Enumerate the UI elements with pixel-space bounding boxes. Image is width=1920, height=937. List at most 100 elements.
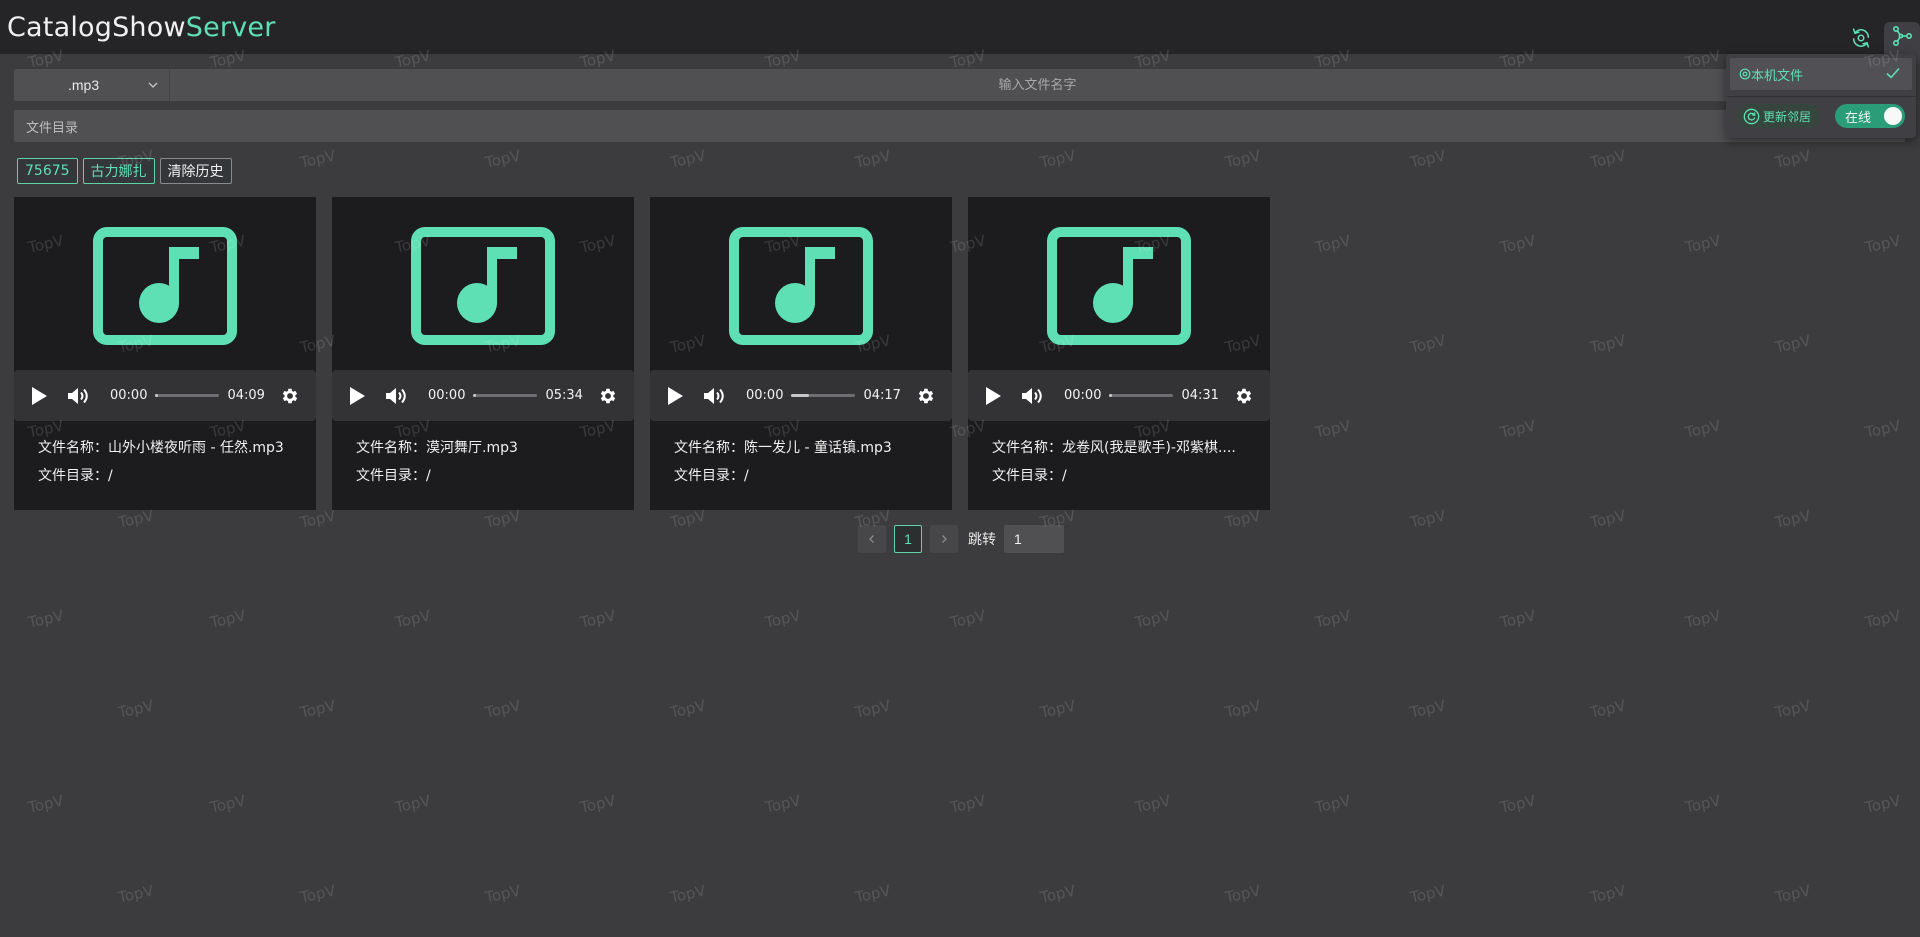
- app-title-main: CatalogShow: [7, 11, 186, 43]
- seek-bar[interactable]: [473, 394, 538, 397]
- next-page-button[interactable]: [930, 525, 958, 553]
- watermark-text: TopV: [668, 696, 708, 722]
- watermark-text: TopV: [853, 696, 893, 722]
- current-time: 00:00: [746, 388, 784, 403]
- watermark-text: TopV: [763, 606, 803, 632]
- online-toggle[interactable]: 在线: [1835, 104, 1905, 128]
- chevron-left-icon: [869, 535, 874, 543]
- play-icon[interactable]: [984, 386, 1002, 406]
- history-tag[interactable]: 75675: [17, 158, 78, 184]
- watermark-text: TopV: [1408, 696, 1448, 722]
- extension-select[interactable]: .mp3: [14, 69, 170, 101]
- jump-page-input[interactable]: [1004, 525, 1064, 553]
- file-info: 文件名称：龙卷风(我是歌手)-邓紫棋.... 文件目录：/: [992, 434, 1262, 490]
- volume-icon[interactable]: [67, 386, 91, 406]
- watermark-text: TopV: [948, 606, 988, 632]
- app-header: CatalogShowServer: [0, 0, 1920, 64]
- settings-gear-icon[interactable]: [1234, 386, 1254, 406]
- music-file-icon: [650, 197, 952, 369]
- watermark-text: TopV: [948, 791, 988, 817]
- settings-gear-icon[interactable]: [598, 386, 618, 406]
- watermark-text: TopV: [1588, 506, 1628, 532]
- update-neighbors-button[interactable]: 更新邻居: [1737, 104, 1821, 128]
- watermark-text: TopV: [1498, 416, 1538, 442]
- local-files-option[interactable]: 本机文件: [1730, 58, 1912, 90]
- watermark-text: TopV: [208, 606, 248, 632]
- music-file-icon: [332, 197, 634, 369]
- watermark-text: TopV: [1223, 881, 1263, 907]
- directory-input-placeholder: 文件目录: [26, 120, 79, 136]
- watermark-text: TopV: [1498, 606, 1538, 632]
- filename-search-input[interactable]: [170, 69, 1905, 101]
- volume-icon[interactable]: [1021, 386, 1045, 406]
- file-name-label: 文件名称：: [356, 440, 426, 456]
- audio-player: 00:00 04:17: [650, 370, 952, 421]
- watermark-text: TopV: [1683, 606, 1723, 632]
- watermark-text: TopV: [1408, 331, 1448, 357]
- play-icon[interactable]: [348, 386, 366, 406]
- watermark-text: TopV: [26, 606, 66, 632]
- file-card: 00:00 05:34 文件名称：漠河舞厅.mp3 文件目录：/: [332, 197, 634, 510]
- page-number-button[interactable]: 1: [894, 525, 922, 553]
- watermark-text: TopV: [1863, 231, 1903, 257]
- watermark-text: TopV: [1773, 881, 1813, 907]
- watermark-text: TopV: [1408, 146, 1448, 172]
- watermark-text: TopV: [1498, 791, 1538, 817]
- watermark-text: TopV: [116, 696, 156, 722]
- watermark-text: TopV: [393, 606, 433, 632]
- current-time: 00:00: [1064, 388, 1102, 403]
- file-dir: /: [744, 468, 749, 484]
- watermark-text: TopV: [668, 506, 708, 532]
- file-dir: /: [1062, 468, 1067, 484]
- seek-bar[interactable]: [1109, 394, 1174, 397]
- toggle-knob: [1884, 107, 1902, 125]
- volume-icon[interactable]: [703, 386, 727, 406]
- duration: 05:34: [545, 388, 583, 403]
- duration: 04:09: [227, 388, 265, 403]
- watermark-text: TopV: [1223, 506, 1263, 532]
- watermark-text: TopV: [483, 881, 523, 907]
- file-card: 00:00 04:17 文件名称：陈一发儿 - 童话镇.mp3 文件目录：/: [650, 197, 952, 510]
- settings-gear-icon[interactable]: [280, 386, 300, 406]
- volume-icon[interactable]: [385, 386, 409, 406]
- watermark-text: TopV: [298, 881, 338, 907]
- watermark-text: TopV: [1588, 331, 1628, 357]
- audio-player: 00:00 05:34: [332, 370, 634, 421]
- file-info: 文件名称：漠河舞厅.mp3 文件目录：/: [356, 434, 626, 490]
- prev-page-button[interactable]: [858, 525, 886, 553]
- watermark-text: TopV: [1408, 881, 1448, 907]
- update-neighbors-label: 更新邻居: [1763, 109, 1812, 124]
- file-card: 00:00 04:09 文件名称：山外小楼夜听雨 - 任然.mp3 文件目录：/: [14, 197, 316, 510]
- directory-input[interactable]: 文件目录: [14, 110, 1905, 142]
- audio-player: 00:00 04:31: [968, 370, 1270, 421]
- file-name-label: 文件名称：: [38, 440, 108, 456]
- file-dir: /: [108, 468, 113, 484]
- watermark-text: TopV: [1863, 606, 1903, 632]
- watermark-text: TopV: [1773, 696, 1813, 722]
- watermark-text: TopV: [1588, 146, 1628, 172]
- watermark-text: TopV: [26, 791, 66, 817]
- refresh-icon[interactable]: [1846, 23, 1876, 53]
- watermark-text: TopV: [1588, 881, 1628, 907]
- clear-history-button[interactable]: 清除历史: [159, 158, 232, 184]
- watermark-text: TopV: [853, 881, 893, 907]
- network-dropdown: 本机文件 更新邻居 在线: [1726, 54, 1916, 138]
- watermark-text: TopV: [483, 506, 523, 532]
- seek-bar[interactable]: [155, 394, 220, 397]
- watermark-text: TopV: [116, 881, 156, 907]
- history-tags: 75675 古力娜扎 清除历史: [17, 158, 232, 184]
- target-icon: [1739, 68, 1751, 80]
- seek-bar-fill: [791, 394, 810, 397]
- play-icon[interactable]: [30, 386, 48, 406]
- play-icon[interactable]: [666, 386, 684, 406]
- watermark-text: TopV: [116, 506, 156, 532]
- watermark-text: TopV: [393, 791, 433, 817]
- settings-gear-icon[interactable]: [916, 386, 936, 406]
- watermark-text: TopV: [668, 881, 708, 907]
- seek-bar-fill: [473, 394, 477, 397]
- filter-bar: .mp3: [14, 69, 1905, 101]
- watermark-text: TopV: [1773, 331, 1813, 357]
- history-tag[interactable]: 古力娜扎: [82, 158, 155, 184]
- seek-bar[interactable]: [791, 394, 856, 397]
- local-files-label: 本机文件: [1751, 68, 1804, 84]
